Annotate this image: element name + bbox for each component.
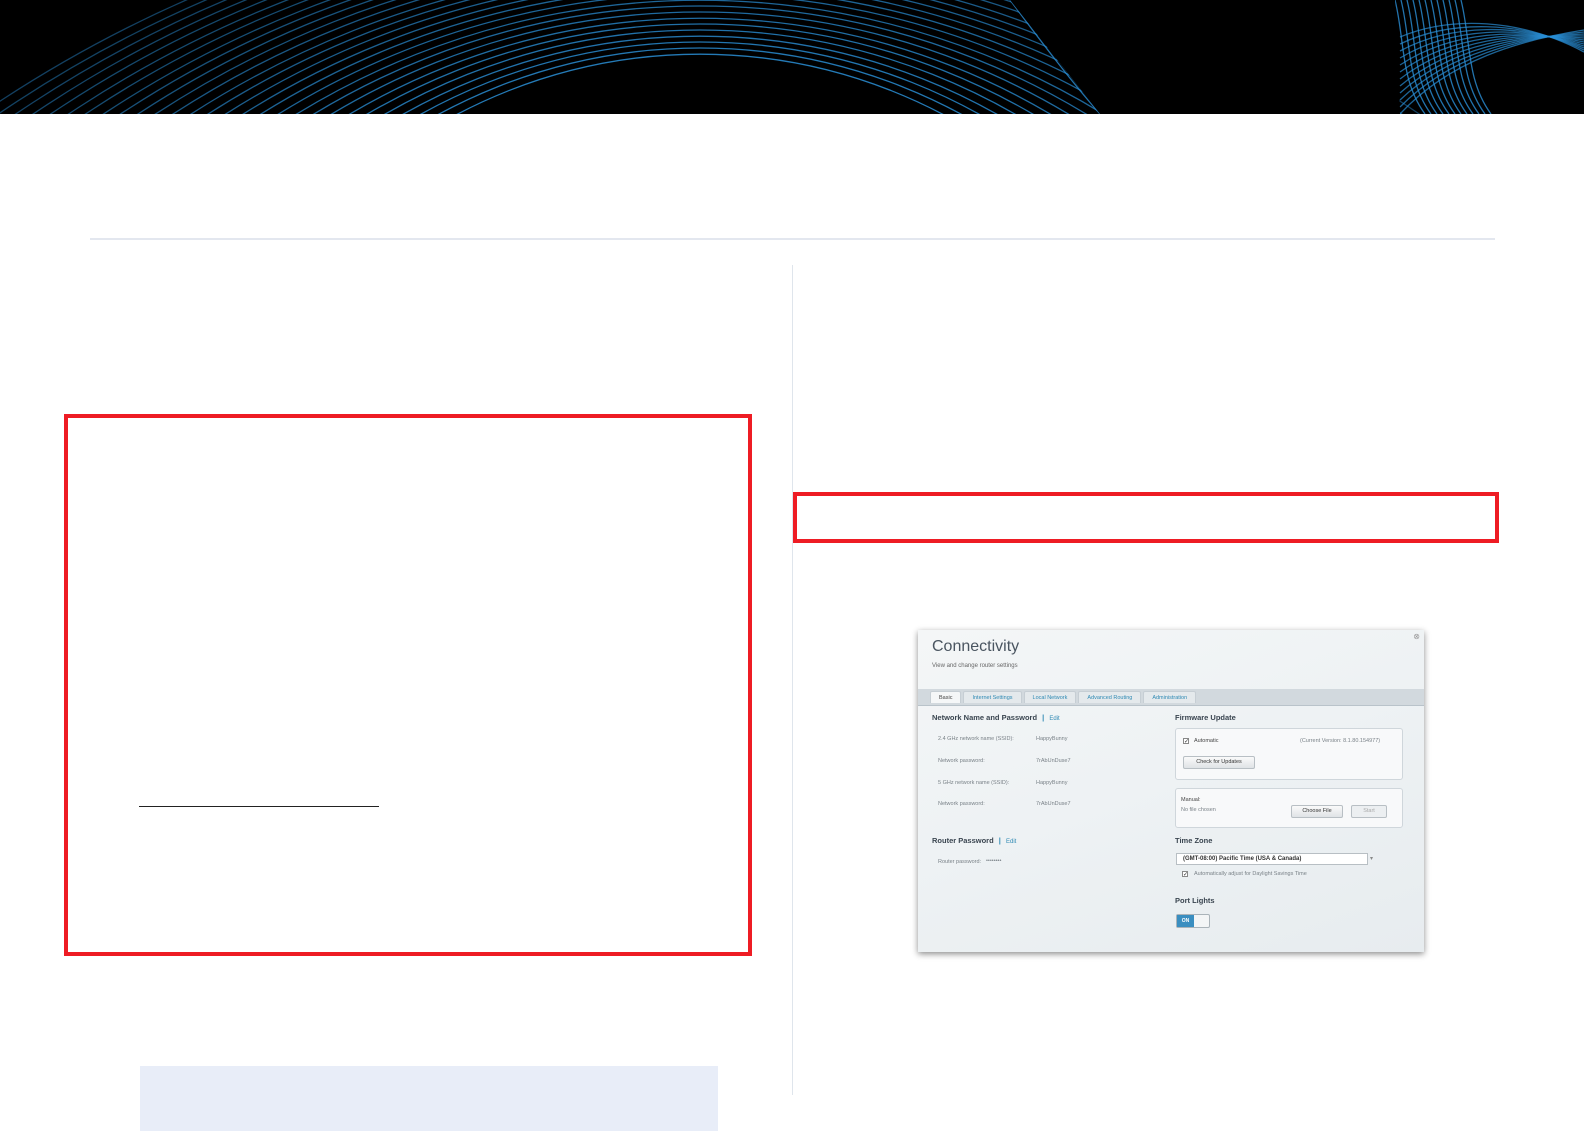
no-file-text: No file chosen [1181, 807, 1216, 813]
ssid-5-label: 5 GHz network name (SSID): [938, 780, 1010, 786]
header-arc-graphic [0, 0, 1584, 114]
firmware-manual-card: Manual: No file chosen Choose File Start [1175, 788, 1403, 828]
close-icon[interactable]: ⊗ [1413, 632, 1420, 641]
choose-file-button[interactable]: Choose File [1291, 805, 1343, 818]
tab-local-network[interactable]: Local Network [1023, 691, 1077, 703]
firmware-heading: Firmware Update [1175, 713, 1236, 722]
ssid-5-value: HappyBunny [1036, 780, 1068, 786]
link-underline [139, 806, 379, 807]
ssid-24-label: 2.4 GHz network name (SSID): [938, 736, 1014, 742]
highlight-box-left [64, 414, 752, 956]
network-section-title: Network Name and Password [932, 713, 1038, 722]
password-24-value: 7rAbUnDuse7 [1036, 758, 1071, 764]
screenshot-subtitle: View and change router settings [932, 663, 1018, 669]
port-lights-toggle[interactable]: ON [1176, 914, 1210, 928]
note-box [140, 1066, 718, 1131]
router-password-value: •••••••• [986, 858, 1002, 864]
network-section-heading: Network Name and Password | Edit [932, 713, 1060, 722]
page-header-banner [0, 0, 1584, 114]
automatic-checkbox[interactable]: ✓ [1183, 738, 1189, 745]
ssid-24-value: HappyBunny [1036, 736, 1068, 742]
highlight-box-right [793, 492, 1499, 543]
dst-checkbox[interactable]: ✓ [1182, 871, 1188, 878]
dst-label: Automatically adjust for Daylight Saving… [1194, 871, 1307, 877]
screenshot-title: Connectivity [932, 638, 1020, 655]
tab-administration[interactable]: Administration [1143, 691, 1197, 703]
manual-label: Manual: [1181, 797, 1201, 803]
tab-basic[interactable]: Basic [930, 691, 962, 703]
check-for-updates-button[interactable]: Check for Updates [1183, 756, 1255, 769]
router-password-title: Router Password [932, 836, 994, 845]
router-password-label: Router password: [938, 859, 982, 865]
tab-advanced-routing[interactable]: Advanced Routing [1078, 691, 1142, 703]
column-divider [792, 265, 793, 1095]
separator: | [1042, 713, 1045, 722]
tab-list: Basic Internet Settings Local Network Ad… [930, 691, 1198, 703]
start-button[interactable]: Start [1351, 805, 1387, 818]
toggle-on-label: ON [1177, 915, 1194, 927]
section-divider-line [90, 238, 1495, 240]
current-version-text: (Current Version: 8.1.80.154977) [1300, 738, 1381, 744]
connectivity-screenshot: ⊗ Connectivity View and change router se… [918, 630, 1424, 952]
header-dark-wedge [1010, 0, 1400, 114]
automatic-label: Automatic [1194, 738, 1219, 744]
password-5-label: Network password: [938, 801, 985, 807]
router-password-heading: Router Password | Edit [932, 836, 1016, 845]
chevron-down-icon[interactable]: ▾ [1370, 855, 1373, 862]
password-24-label: Network password: [938, 758, 985, 764]
time-zone-select[interactable]: (GMT-08:00) Pacific Time (USA & Canada) [1176, 853, 1368, 865]
tab-internet-settings[interactable]: Internet Settings [963, 691, 1022, 703]
firmware-auto-card: ✓ Automatic (Current Version: 8.1.80.154… [1175, 728, 1403, 780]
network-edit-link[interactable]: Edit [1049, 716, 1059, 722]
separator: | [998, 836, 1001, 845]
router-password-edit-link[interactable]: Edit [1006, 839, 1016, 845]
port-lights-heading: Port Lights [1175, 896, 1215, 905]
password-5-value: 7rAbUnDuse7 [1036, 801, 1071, 807]
time-zone-heading: Time Zone [1175, 836, 1213, 845]
